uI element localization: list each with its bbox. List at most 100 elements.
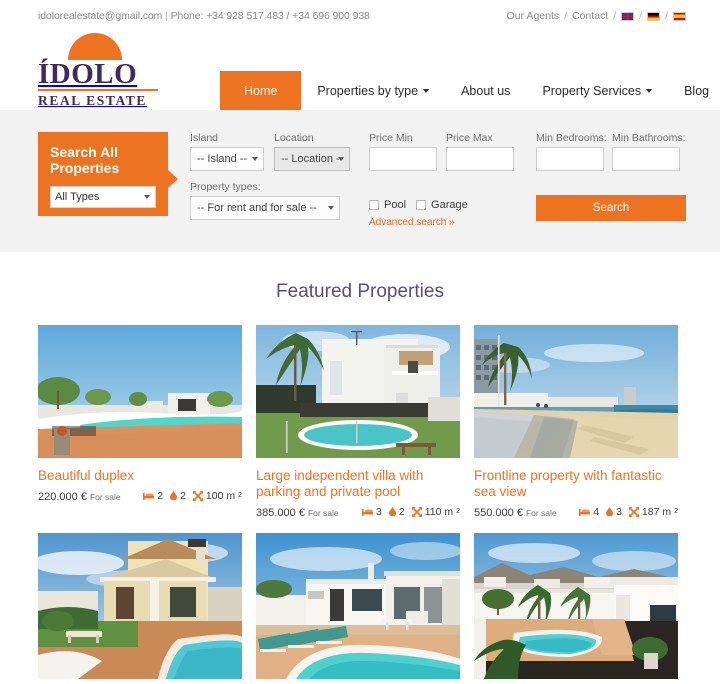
search-submit-wrap: Search (536, 181, 686, 228)
price-max-input[interactable] (446, 147, 514, 171)
location-field: Location -- Location -- (274, 132, 369, 171)
property-title[interactable]: Frontline property with fantastic sea vi… (474, 468, 678, 500)
nav-item-home[interactable]: Home (220, 71, 302, 110)
featured-properties-grid: Beautiful duplex 220.000 € For sale 2 2 (0, 325, 720, 680)
nav-item-about-us[interactable]: About us (445, 71, 526, 110)
property-card[interactable]: Large independent villa with parking and… (256, 325, 460, 519)
bath-droplet-icon (170, 491, 178, 501)
property-types-value: -- For rent and for sale -- (197, 202, 317, 214)
island-select[interactable]: -- Island -- (190, 147, 264, 171)
pool-checkbox[interactable]: Pool (369, 199, 406, 211)
logo-main-text: ÍDOLO (38, 57, 138, 90)
top-links: Our Agents / Contact / / / (507, 10, 686, 22)
property-meta: 550.000 € For sale 4 3 187 m 2 (474, 506, 678, 520)
flag-es-icon[interactable] (673, 11, 686, 21)
search-row-2: Property types: -- For rent and for sale… (190, 181, 686, 228)
property-card[interactable]: Frontline property with fantastic sea vi… (474, 325, 678, 519)
min-bathrooms-input[interactable] (612, 147, 680, 171)
search-panel-title: Search All Properties (50, 144, 120, 177)
bedrooms-spec: 2 (143, 490, 163, 502)
price-min-label: Price Min (369, 132, 413, 144)
email-text[interactable]: idolorealestate@gmail.com (38, 10, 162, 22)
bathrooms-count: 2 (398, 505, 405, 518)
property-meta: 220.000 € For sale 2 2 100 m 2 (38, 490, 242, 504)
island-label: Island (190, 132, 219, 144)
property-image-modern-villa-pool[interactable] (474, 533, 678, 680)
property-price: 220.000 € (38, 491, 87, 504)
contact-link[interactable]: Contact (572, 10, 608, 22)
nav-item-blog[interactable]: Blog (668, 71, 720, 110)
bathrooms-count: 3 (616, 505, 622, 518)
property-price-wrap: 550.000 € For sale (474, 507, 557, 519)
bed-icon (579, 507, 591, 517)
property-card[interactable] (256, 533, 460, 680)
garage-checkbox[interactable]: Garage (416, 199, 468, 211)
bedrooms-count: 3 (376, 505, 382, 518)
property-card[interactable]: Beautiful duplex 220.000 €For sale 2 2 (38, 325, 242, 519)
location-value: -- Location -- (281, 153, 344, 165)
checkbox-group: Pool Garage (369, 199, 536, 211)
property-image-cream-villa-pool[interactable] (38, 533, 242, 680)
property-image-white-villa-palm[interactable] (256, 325, 460, 458)
property-status: For sale (307, 508, 339, 519)
property-status: For sale (525, 508, 557, 519)
nav-label-properties-by-type: Properties by type (317, 83, 419, 98)
property-card[interactable] (38, 533, 242, 680)
bathrooms-spec: 3 (606, 506, 622, 518)
chevron-down-icon (423, 88, 430, 93)
area-unit-exponent: 2 (674, 508, 678, 516)
pool-label: Pool (384, 199, 407, 211)
price-min-input[interactable] (369, 147, 437, 171)
island-value: -- Island -- (197, 153, 248, 165)
location-label: Location (274, 132, 314, 144)
price-max-field: Price Max (446, 132, 536, 171)
min-bedrooms-input[interactable] (536, 147, 604, 171)
bedrooms-spec: 4 (579, 506, 599, 518)
flag-de-icon[interactable] (647, 11, 661, 21)
property-specs: 3 2 110 m2 (362, 506, 460, 518)
bathrooms-count: 2 (180, 489, 186, 502)
our-agents-link[interactable]: Our Agents (507, 10, 560, 22)
garage-label: Garage (431, 199, 468, 211)
nav-label-about-us: About us (461, 83, 511, 98)
area-spec: 187 m2 (628, 506, 678, 518)
min-bedrooms-label: Min Bedrooms: (536, 132, 607, 144)
property-types-field: Property types: -- For rent and for sale… (190, 181, 369, 228)
island-field: Island -- Island -- (190, 132, 274, 171)
property-image-beach-promenade[interactable] (474, 325, 678, 458)
bath-droplet-icon (606, 507, 614, 517)
search-row-1: Island -- Island -- Location -- Location… (190, 132, 686, 171)
nav-item-property-services[interactable]: Property Services (526, 71, 668, 110)
property-image-white-villa-loungers[interactable] (256, 533, 460, 680)
search-button[interactable]: Search (536, 195, 686, 221)
advanced-search-link[interactable]: Advanced search » (369, 217, 536, 228)
property-specs: 2 2 100 m2 (143, 490, 242, 502)
property-specs: 4 3 187 m2 (579, 506, 678, 518)
price-max-label: Price Max (446, 132, 493, 144)
property-title[interactable]: Large independent villa with parking and… (256, 468, 460, 500)
nav-item-properties-by-type[interactable]: Properties by type (301, 71, 445, 110)
checkbox-icon[interactable] (416, 200, 427, 210)
bedrooms-spec: 3 (362, 506, 382, 518)
area-spec: 100 m2 (192, 490, 242, 502)
area-unit-exponent: 2 (456, 508, 460, 516)
property-price: 385.000 € (256, 507, 305, 520)
site-header: ÍDOLO REAL ESTATE Home Properties by typ… (0, 32, 720, 110)
flag-uk-icon[interactable] (621, 11, 635, 21)
checkbox-icon[interactable] (369, 200, 379, 210)
all-types-select[interactable]: All Types (50, 186, 156, 209)
slash-1: / (564, 10, 568, 22)
chevron-down-icon (338, 157, 344, 161)
site-logo[interactable]: ÍDOLO REAL ESTATE (38, 32, 158, 110)
price-min-field: Price Min (369, 132, 446, 171)
property-image-pool-terrace[interactable] (38, 325, 242, 458)
property-title[interactable]: Beautiful duplex (38, 468, 242, 484)
property-types-label: Property types: (190, 181, 261, 193)
bed-icon (143, 491, 155, 501)
area-value: 110 m (424, 505, 454, 518)
property-types-select[interactable]: -- For rent and for sale -- (190, 196, 340, 220)
location-select[interactable]: -- Location -- (274, 147, 350, 171)
property-card[interactable] (474, 533, 678, 680)
chevron-down-icon (328, 206, 334, 210)
featured-properties-heading: Featured Properties (276, 281, 444, 302)
